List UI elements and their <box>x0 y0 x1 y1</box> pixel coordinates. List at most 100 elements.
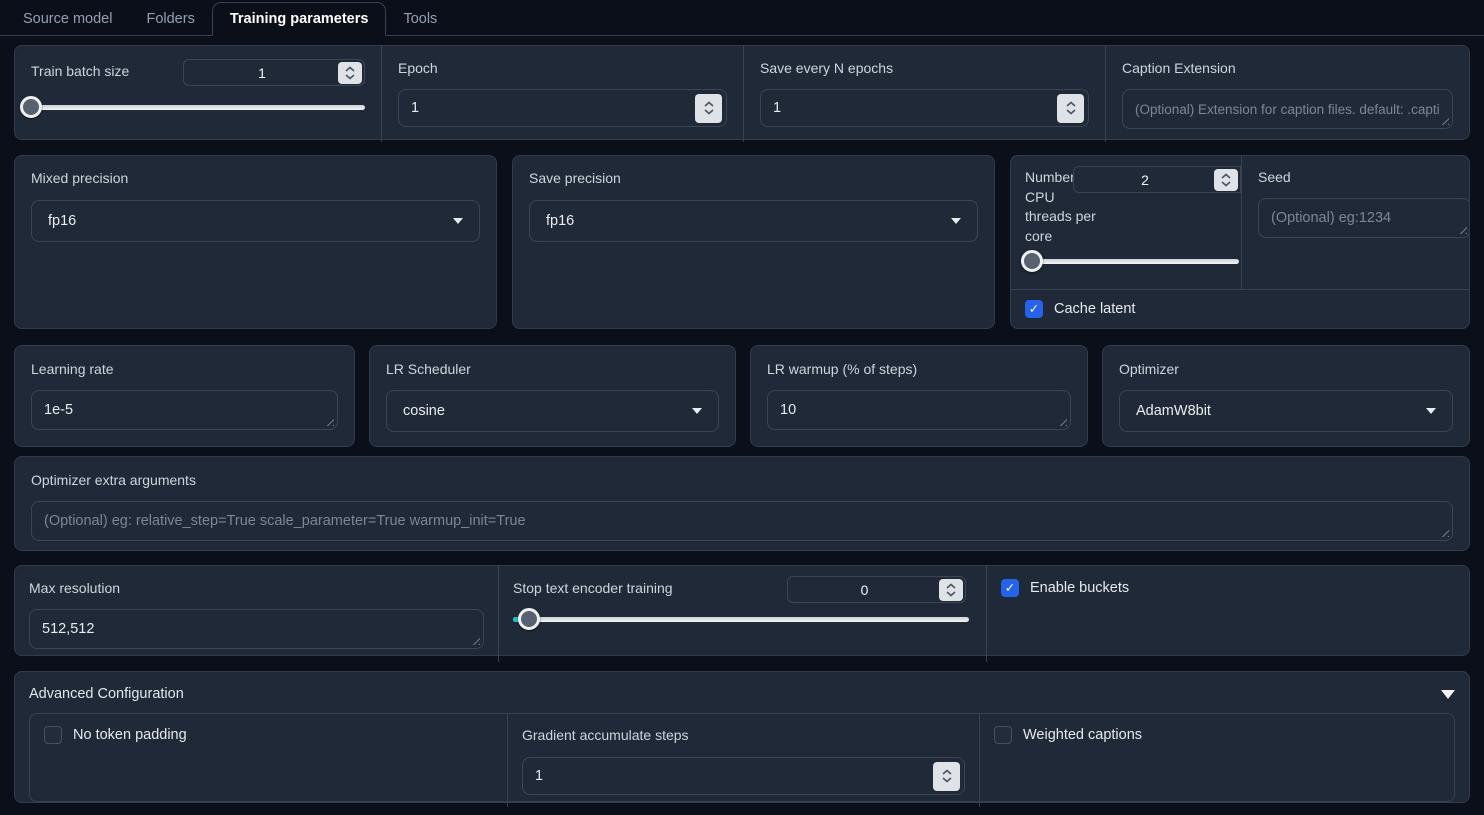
weighted-captions-checkbox[interactable] <box>994 726 1012 744</box>
caption-extension-label: Caption Extension <box>1122 60 1236 76</box>
cache-latent-label[interactable]: Cache latent <box>1054 301 1135 317</box>
optimizer-extra-args-label: Optimizer extra arguments <box>31 472 196 488</box>
max-resolution-input[interactable] <box>42 621 471 637</box>
enable-buckets-field: Enable buckets <box>986 566 1469 662</box>
stop-text-encoder-slider[interactable] <box>513 608 969 630</box>
precision-row: Mixed precision fp16 Save precision fp16… <box>14 155 1470 329</box>
optimizer-label: Optimizer <box>1119 361 1179 377</box>
chevron-down-icon <box>453 218 463 224</box>
spinner-up-down-icon[interactable] <box>1057 93 1084 123</box>
lr-scheduler-value: cosine <box>403 403 445 419</box>
train-batch-size-slider[interactable] <box>20 96 365 118</box>
learning-rate-input[interactable] <box>44 402 325 418</box>
optimizer-extra-args-textbox[interactable] <box>31 501 1453 541</box>
optimizer-dropdown[interactable]: AdamW8bit <box>1119 390 1453 432</box>
tab-bar: Source model Folders Training parameters… <box>0 0 1484 36</box>
advanced-configuration-title: Advanced Configuration <box>29 686 184 702</box>
resize-handle-icon[interactable] <box>1439 115 1449 125</box>
resize-handle-icon[interactable] <box>470 635 480 645</box>
accordion-collapse-icon[interactable] <box>1441 689 1455 699</box>
spinner-up-down-icon[interactable] <box>338 61 362 84</box>
save-every-n-epochs-label: Save every N epochs <box>760 60 894 76</box>
weighted-captions-label[interactable]: Weighted captions <box>1023 727 1142 743</box>
seed-input[interactable] <box>1271 210 1458 226</box>
lr-warmup-textbox[interactable] <box>767 390 1071 430</box>
cache-latent-checkbox[interactable] <box>1025 300 1043 318</box>
gradient-accumulate-steps-number-input[interactable] <box>522 757 965 795</box>
spinner-up-down-icon[interactable] <box>695 93 722 123</box>
max-resolution-label: Max resolution <box>29 580 121 596</box>
advanced-configuration-accordion: Advanced Configuration No token padding … <box>14 671 1470 807</box>
caption-extension-field: Caption Extension <box>1105 46 1469 142</box>
slider-track[interactable] <box>31 105 365 110</box>
gradient-accumulate-steps-label: Gradient accumulate steps <box>522 727 689 743</box>
slider-handle[interactable] <box>1021 250 1044 272</box>
epoch-label: Epoch <box>398 60 438 76</box>
no-token-padding-field: No token padding <box>30 714 507 807</box>
slider-handle[interactable] <box>517 608 540 630</box>
epoch-number-input[interactable] <box>398 89 727 127</box>
resize-handle-icon[interactable] <box>1457 224 1467 234</box>
cpu-threads-value[interactable] <box>1076 171 1214 188</box>
save-every-n-epochs-value[interactable] <box>773 100 1057 116</box>
slider-track[interactable] <box>1025 259 1239 264</box>
mixed-precision-field: Mixed precision fp16 <box>14 155 497 329</box>
weighted-captions-field: Weighted captions <box>979 714 1454 807</box>
spinner-up-down-icon[interactable] <box>939 578 963 601</box>
stop-text-encoder-value[interactable] <box>790 581 939 598</box>
learning-rate-field: Learning rate <box>14 345 355 447</box>
resize-handle-icon[interactable] <box>1057 416 1067 426</box>
stop-text-encoder-number-input[interactable] <box>787 576 966 603</box>
mixed-precision-dropdown[interactable]: fp16 <box>31 200 480 242</box>
cpu-threads-number-input[interactable] <box>1073 166 1241 193</box>
max-resolution-field: Max resolution <box>15 566 498 662</box>
learning-rate-textbox[interactable] <box>31 390 338 430</box>
no-token-padding-label[interactable]: No token padding <box>73 727 187 743</box>
train-batch-size-number-input[interactable] <box>183 59 365 86</box>
chevron-down-icon <box>1426 408 1436 414</box>
spinner-up-down-icon[interactable] <box>933 761 960 791</box>
tab-source-model[interactable]: Source model <box>6 3 129 35</box>
max-resolution-textbox[interactable] <box>29 609 484 649</box>
mixed-precision-value: fp16 <box>48 213 77 229</box>
lr-scheduler-dropdown[interactable]: cosine <box>386 390 719 432</box>
mixed-precision-label: Mixed precision <box>31 170 129 186</box>
caption-extension-textbox[interactable] <box>1122 89 1453 129</box>
save-precision-label: Save precision <box>529 170 621 186</box>
cpu-threads-field: Number of CPU threads per core <box>1011 156 1241 289</box>
optimizer-value: AdamW8bit <box>1136 403 1211 419</box>
slider-handle[interactable] <box>20 96 42 118</box>
train-batch-size-value[interactable] <box>186 64 338 81</box>
save-every-n-epochs-number-input[interactable] <box>760 89 1089 127</box>
spinner-up-down-icon[interactable] <box>1214 168 1238 191</box>
seed-textbox[interactable] <box>1258 198 1469 238</box>
resolution-panel: Max resolution Stop text encoder trainin… <box>14 565 1470 662</box>
enable-buckets-label[interactable]: Enable buckets <box>1030 580 1129 596</box>
caption-extension-input[interactable] <box>1135 101 1440 117</box>
epoch-value[interactable] <box>411 100 695 116</box>
lr-warmup-input[interactable] <box>780 402 1058 418</box>
tab-folders[interactable]: Folders <box>129 3 211 35</box>
gradient-accumulate-steps-field: Gradient accumulate steps <box>507 714 979 807</box>
resize-handle-icon[interactable] <box>1439 527 1449 537</box>
optimizer-extra-args-panel: Optimizer extra arguments <box>14 456 1470 551</box>
advanced-configuration-body: No token padding Gradient accumulate ste… <box>29 713 1455 807</box>
save-precision-dropdown[interactable]: fp16 <box>529 200 978 242</box>
tab-tools[interactable]: Tools <box>386 3 454 35</box>
gradient-accumulate-steps-value[interactable] <box>535 768 933 784</box>
optimizer-extra-args-input[interactable] <box>44 513 1440 529</box>
cpu-threads-slider[interactable] <box>1021 250 1239 272</box>
resize-handle-icon[interactable] <box>324 416 334 426</box>
no-token-padding-checkbox[interactable] <box>44 726 62 744</box>
advanced-configuration-header[interactable]: Advanced Configuration <box>29 682 1455 706</box>
cpu-seed-cache-panel: Number of CPU threads per core 2 Seed (O… <box>1010 155 1470 329</box>
training-parameters-page: Train batch size Epoch <box>0 36 1484 807</box>
slider-track[interactable] <box>513 617 969 622</box>
seed-label: Seed <box>1258 169 1291 185</box>
save-every-n-epochs-field: Save every N epochs <box>743 46 1105 142</box>
stop-text-encoder-field: Stop text encoder training <box>498 566 986 662</box>
enable-buckets-checkbox[interactable] <box>1001 579 1019 597</box>
train-batch-size-label: Train batch size <box>31 63 130 79</box>
tab-training-parameters[interactable]: Training parameters <box>211 2 387 36</box>
learning-rate-label: Learning rate <box>31 361 114 377</box>
